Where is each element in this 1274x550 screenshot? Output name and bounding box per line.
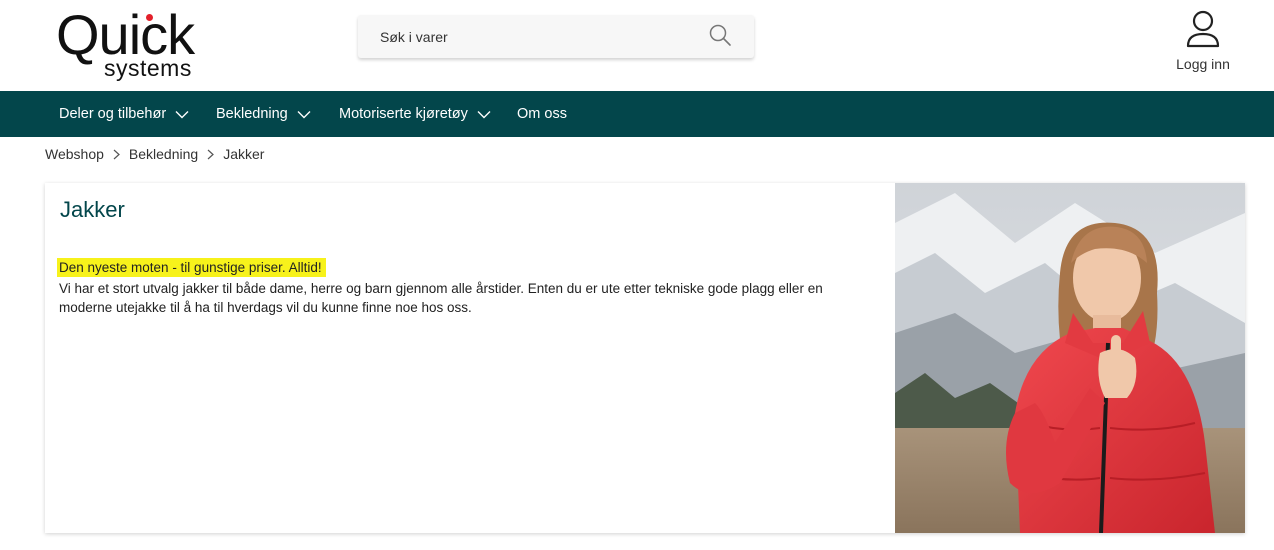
chevron-down-icon	[477, 110, 491, 118]
highlight-text: Den nyeste moten - til gunstige priser. …	[57, 258, 326, 277]
logo-subtitle: systems	[104, 55, 192, 81]
breadcrumb-link-bekledning[interactable]: Bekledning	[129, 146, 198, 162]
category-banner: Jakker Den nyeste moten - til gunstige p…	[45, 183, 1245, 533]
breadcrumb-current: Jakker	[223, 146, 265, 162]
nav-item-label: Deler og tilbehør	[59, 106, 167, 122]
chevron-right-icon	[207, 149, 215, 159]
login-button[interactable]: Logg inn	[1168, 10, 1238, 80]
nav-item-deler-og-tilbehor[interactable]: Deler og tilbehør	[59, 91, 189, 137]
nav-item-label: Om oss	[517, 106, 567, 122]
search-box	[358, 15, 754, 58]
nav-item-om-oss[interactable]: Om oss	[517, 91, 567, 137]
search-input[interactable]	[358, 15, 698, 58]
nav-item-label: Bekledning	[216, 106, 288, 122]
category-description: Vi har et stort utvalg jakker til både d…	[59, 281, 823, 315]
user-icon	[1186, 10, 1220, 48]
nav-item-motoriserte-kjoretoy[interactable]: Motoriserte kjøretøy	[339, 91, 491, 137]
main-nav: Deler og tilbehør Bekledning Motoriserte…	[0, 91, 1274, 137]
breadcrumb-link-webshop[interactable]: Webshop	[45, 146, 104, 162]
chevron-down-icon	[297, 110, 311, 118]
breadcrumb: Webshop Bekledning Jakker	[45, 145, 264, 163]
logo-dot	[146, 14, 153, 21]
banner-image	[895, 183, 1245, 533]
chevron-right-icon	[113, 149, 120, 159]
quick-systems-logo[interactable]: Quick systems	[56, 3, 218, 82]
login-label: Logg inn	[1176, 56, 1230, 72]
nav-item-label: Motoriserte kjøretøy	[339, 106, 468, 122]
nav-item-bekledning[interactable]: Bekledning	[216, 91, 311, 137]
chevron-down-icon	[175, 110, 189, 118]
header: Quick systems Logg inn	[0, 0, 1274, 91]
page-title: Jakker	[60, 197, 125, 222]
search-icon[interactable]	[708, 23, 732, 47]
banner-illustration	[895, 183, 1245, 533]
